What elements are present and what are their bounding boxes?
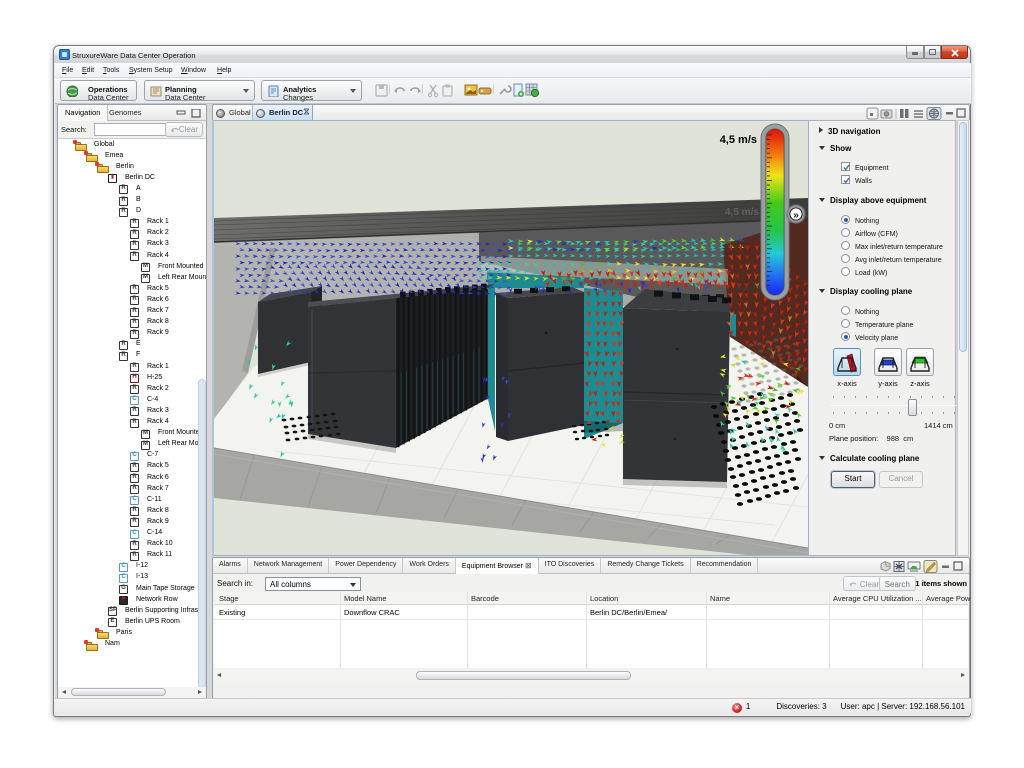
svg-text:4,5 m/s: 4,5 m/s [720, 134, 757, 146]
svg-text:4,5 m/s: 4,5 m/s [725, 207, 759, 218]
svg-text:»: » [793, 210, 799, 221]
svg-text:0 m/s: 0 m/s [735, 283, 761, 294]
